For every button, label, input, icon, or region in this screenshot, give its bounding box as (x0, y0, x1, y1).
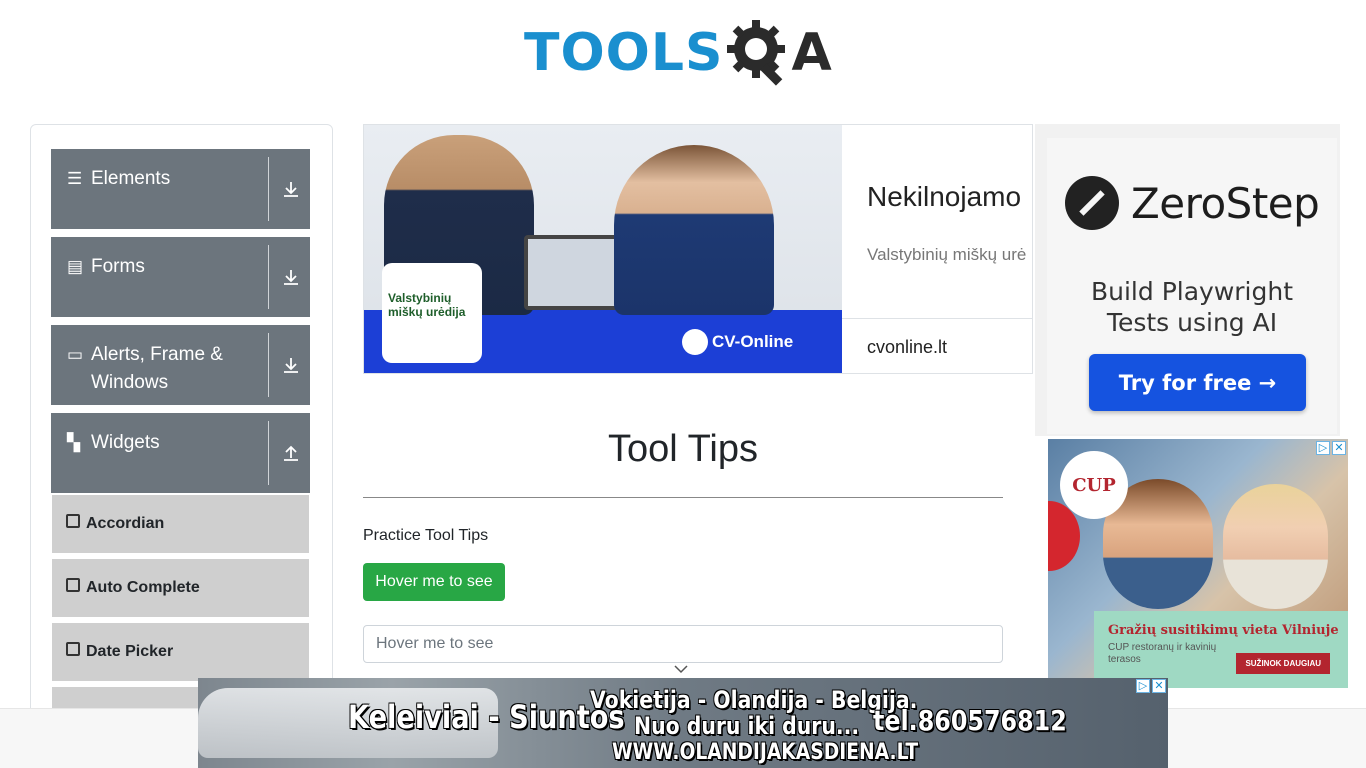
download-arrow-icon (284, 270, 298, 285)
ad-person-woman (1223, 484, 1328, 609)
bottom-banner-ad[interactable]: Keleiviai - Siuntos Vokietija - Olandija… (198, 678, 1168, 768)
window-icon: ▭ (67, 345, 84, 364)
banner-ad-site[interactable]: cvonline.lt (867, 337, 947, 358)
zerostep-brand: ZeroStep (1065, 176, 1320, 230)
bottom-ad-main: Keleiviai - Siuntos (348, 698, 625, 736)
sidebar-group-widgets[interactable]: ▚ Widgets (51, 413, 310, 493)
sidebar-group-label: Elements (91, 168, 171, 189)
cup-ad-textbox: Gražių susitikimų vieta Vilniuje CUP res… (1094, 611, 1348, 688)
bottom-ad-door: Nuo duru iki duru... (634, 712, 860, 740)
bottom-ad-phone: tel.860576812 (873, 704, 1067, 737)
cup-ad[interactable]: CUP Gražių susitikimų vieta Vilniuje CUP… (1048, 439, 1348, 688)
zerostep-tagline: Build Playwright Tests using AI (1047, 276, 1337, 338)
page-title: Tool Tips (608, 428, 758, 470)
cup-logo: CUP (1060, 451, 1128, 519)
cv-online-mark-icon (682, 329, 708, 355)
sidebar-group-label: Widgets (91, 432, 160, 453)
banner-ad[interactable]: Valstybinių miškų urėdija CV-Online Neki… (363, 124, 1033, 374)
html5-icon (66, 514, 80, 528)
sidebar-group-label: Forms (91, 256, 145, 277)
logo-text-a: A (791, 23, 832, 83)
divider (363, 497, 1003, 498)
document-icon: ▤ (67, 257, 84, 276)
vmu-logo: Valstybinių miškų urėdija (382, 263, 482, 363)
chevron-down-icon[interactable] (674, 664, 688, 674)
banner-ad-image: Valstybinių miškų urėdija CV-Online (364, 125, 842, 373)
divider (842, 318, 1032, 319)
practice-label: Practice Tool Tips (363, 527, 489, 544)
sidebar-item-label: Date Picker (86, 643, 174, 660)
sidebar: ☰ Elements ▤ Forms ▭ Alerts, Frame & Window… (30, 124, 333, 724)
sidebar-item-auto-complete[interactable]: Auto Complete (52, 559, 309, 619)
cup-ad-subtitle: CUP restoranų ir kavinių terasos (1108, 642, 1217, 665)
upload-arrow-icon (284, 445, 298, 461)
download-arrow-icon (284, 358, 298, 373)
cup-ad-cta-button[interactable]: SUŽINOK DAUGIAU (1236, 653, 1330, 674)
gear-magnifier-icon (727, 20, 786, 86)
toolsqa-logo[interactable]: TOOLS A (524, 14, 848, 92)
zerostep-ad[interactable]: ZeroStep Build Playwright Tests using AI… (1035, 124, 1340, 436)
sidebar-item-label: Accordian (86, 515, 165, 532)
cv-online-brand: CV-Online (712, 332, 794, 351)
sidebar-item-accordian[interactable]: Accordian (52, 495, 309, 555)
hover-tooltip-input[interactable] (363, 625, 1003, 663)
sidebar-item-date-picker[interactable]: Date Picker (52, 623, 309, 683)
zerostep-tagline-line1: Build Playwright (1090, 277, 1294, 306)
close-icon[interactable]: ✕ (1152, 679, 1166, 693)
sidebar-group-forms[interactable]: ▤ Forms (51, 237, 310, 317)
logo-text-tools: TOOLS (524, 23, 724, 83)
html5-icon (66, 578, 80, 592)
sidebar-group-elements[interactable]: ☰ Elements (51, 149, 310, 229)
banner-ad-title[interactable]: Nekilnojamo (867, 181, 1021, 213)
hover-tooltip-button[interactable]: Hover me to see (363, 563, 505, 601)
bottom-ad-route: Vokietija - Olandija - Belgija. (590, 686, 918, 714)
zerostep-name: ZeroStep (1131, 178, 1320, 228)
ad-person-woman (614, 145, 774, 315)
zerostep-logo-icon (1065, 176, 1119, 230)
cup-ad-title: Gražių susitikimų vieta Vilniuje (1108, 623, 1339, 638)
sidebar-item-label: Auto Complete (86, 579, 200, 596)
hamburger-icon: ☰ (67, 169, 83, 188)
adchoices-icon[interactable]: ▷ (1136, 679, 1150, 693)
grid-icon: ▚ (67, 433, 81, 452)
close-icon[interactable]: ✕ (1332, 441, 1346, 455)
sidebar-group-label: Alerts, Frame & Windows (91, 344, 223, 393)
adchoices-icon[interactable]: ▷ (1316, 441, 1330, 455)
cv-online-logo: CV-Online (682, 329, 793, 355)
try-for-free-button[interactable]: Try for free → (1089, 354, 1306, 411)
zerostep-tagline-line2: Tests using AI (1106, 308, 1278, 337)
html5-icon (66, 642, 80, 656)
sidebar-group-alerts[interactable]: ▭ Alerts, Frame & Windows (51, 325, 310, 405)
download-arrow-icon (284, 182, 298, 197)
banner-ad-subtitle: Valstybinių miškų urė (867, 245, 1027, 264)
bottom-ad-website: WWW.OLANDIJAKASDIENA.LT (612, 740, 919, 765)
